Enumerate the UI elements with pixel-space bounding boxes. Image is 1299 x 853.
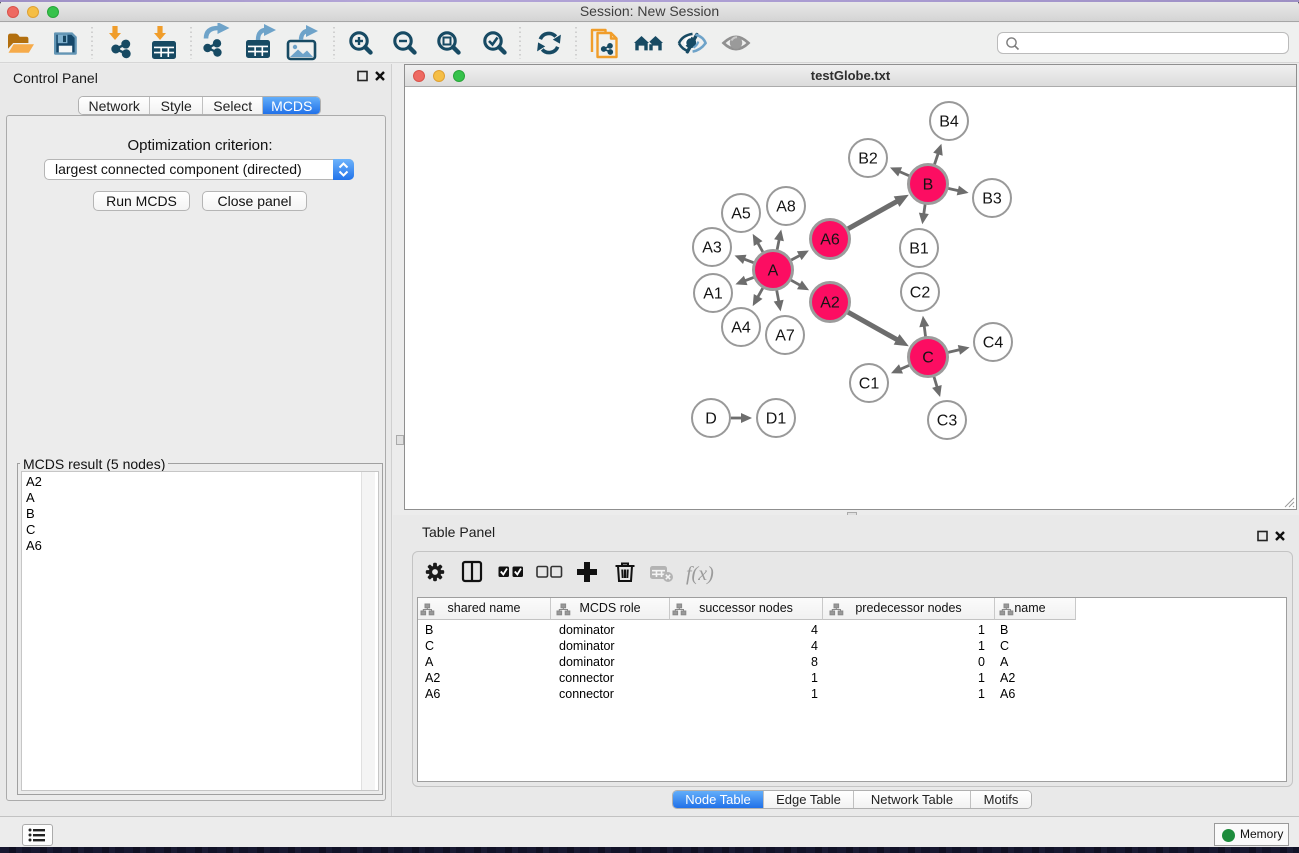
svg-text:A3: A3 — [702, 240, 722, 257]
svg-text:B: B — [923, 177, 934, 194]
svg-text:A4: A4 — [731, 320, 751, 337]
svg-text:A: A — [768, 263, 779, 280]
svg-text:B4: B4 — [939, 114, 959, 131]
svg-text:C4: C4 — [983, 335, 1004, 352]
svg-text:C: C — [922, 350, 934, 367]
svg-text:B3: B3 — [982, 191, 1002, 208]
svg-text:A6: A6 — [820, 232, 840, 249]
svg-text:B1: B1 — [909, 241, 929, 258]
svg-text:A5: A5 — [731, 206, 751, 223]
svg-text:A8: A8 — [776, 199, 796, 216]
svg-text:A2: A2 — [820, 295, 840, 312]
svg-text:B2: B2 — [858, 151, 878, 168]
svg-text:D1: D1 — [766, 411, 787, 428]
svg-text:D: D — [705, 411, 717, 428]
svg-text:C1: C1 — [859, 376, 880, 393]
svg-text:C2: C2 — [910, 285, 931, 302]
svg-text:A7: A7 — [775, 328, 795, 345]
svg-text:A1: A1 — [703, 286, 723, 303]
svg-text:C3: C3 — [937, 413, 958, 430]
